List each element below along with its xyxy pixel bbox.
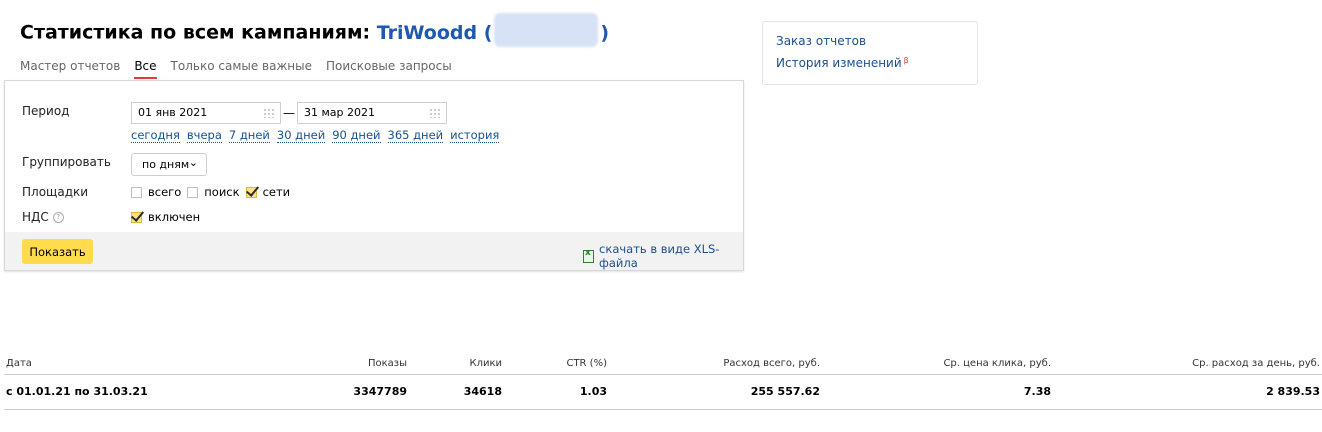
show-button[interactable]: Показать [22,239,93,264]
quick-range-30-days[interactable]: 30 дней [276,129,326,143]
excel-file-icon [583,248,595,263]
platform-search-option[interactable]: поиск [187,185,240,199]
date-to-value: 31 мар 2021 [304,106,376,119]
cell-ctr: 1.03 [579,385,607,398]
column-header-impressions: Показы [367,358,407,369]
column-header-avg-daily-spend: Ср. расход за день, руб. [1192,358,1320,369]
quick-range-7-days[interactable]: 7 дней [228,129,270,143]
quick-range-365-days[interactable]: 365 дней [387,129,444,143]
report-form-panel: Период 01 янв 2021 — 31 мар 2021 сегодня… [4,80,744,271]
group-label: Группировать [22,155,111,169]
column-header-total-spend: Расход всего, руб. [723,358,820,369]
quick-range-90-days[interactable]: 90 дней [332,129,381,143]
quick-range-yesterday[interactable]: вчера [186,129,222,143]
platform-search-checkbox[interactable] [187,186,199,198]
column-header-ctr: CTR (%) [566,358,607,369]
platform-all-checkbox[interactable] [131,186,142,198]
cell-total-spend: 255 557.62 [750,385,820,398]
column-header-date: Дата [6,358,32,369]
client-name-text: TriWoodd ( [376,21,493,44]
calendar-icon[interactable] [263,108,275,118]
vat-label: НДС [22,210,49,224]
stats-table: Дата Показы Клики CTR (%) Расход всего, … [4,354,1322,410]
date-from-value: 01 янв 2021 [138,106,208,119]
order-reports-link[interactable]: Заказ отчетов [776,34,866,48]
report-tabs: Мастер отчетов Все Только самые важные П… [20,59,452,79]
vat-checkbox-row: включен [131,210,206,224]
cell-impressions: 3347789 [353,385,407,398]
platforms-label: Площадки [22,185,89,199]
platform-networks-label: сети [262,185,291,199]
cell-avg-daily-spend: 2 839.53 [1266,385,1320,398]
table-row: с 01.01.21 по 31.03.21 3347789 34618 1.0… [4,375,1322,410]
cell-clicks: 34618 [463,385,502,398]
change-history-link[interactable]: История изменений [776,56,902,70]
date-from-input[interactable]: 01 янв 2021 [131,102,281,124]
column-header-avg-click-price: Ср. цена клика, руб. [943,358,1051,369]
quick-range-history[interactable]: история [450,129,500,143]
download-xls-link[interactable]: скачать в виде XLS-файла [599,242,743,270]
tab-report-master[interactable]: Мастер отчетов [20,59,120,79]
beta-badge: β [903,56,909,65]
platform-all-option[interactable]: всего [131,185,181,199]
download-xls[interactable]: скачать в виде XLS-файла [583,242,743,270]
redacted-login [494,13,599,47]
cell-avg-click-price: 7.38 [1023,385,1051,398]
column-header-clicks: Клики [469,358,502,369]
side-links-box: Заказ отчетов История изменений β [762,21,978,85]
platform-search-label: поиск [204,185,240,199]
vat-included-label: включен [148,210,201,224]
vat-label-wrap: НДС? [22,210,64,224]
calendar-icon[interactable] [429,108,441,118]
platform-all-label: всего [148,185,182,199]
help-icon[interactable]: ? [52,212,64,223]
page-title: Статистика по всем кампаниям: TriWoodd (… [20,13,610,47]
client-name-suffix: ) [600,21,610,44]
chevron-down-icon: ⌄ [188,156,198,169]
form-footer: Показать скачать в виде XLS-файла [5,232,743,270]
platform-networks-checkbox[interactable] [245,186,257,198]
platforms-checkboxes: всего поиск сети [131,185,296,199]
date-to-input[interactable]: 31 мар 2021 [297,102,447,124]
page-title-text: Статистика по всем кампаниям: [20,21,371,44]
group-by-value: по дням [142,158,190,171]
table-header-row: Дата Показы Клики CTR (%) Расход всего, … [4,354,1322,375]
cell-date: с 01.01.21 по 31.03.21 [6,385,148,398]
vat-included-checkbox[interactable] [131,211,142,223]
client-name[interactable]: TriWoodd () [376,13,610,47]
tab-search-queries[interactable]: Поисковые запросы [326,59,452,79]
vat-included-option[interactable]: включен [131,210,200,224]
tab-all[interactable]: Все [134,59,157,79]
date-range-dash: — [283,106,295,120]
group-by-select[interactable]: по дням ⌄ [131,153,207,176]
quick-range-links: сегодня вчера 7 дней 30 дней 90 дней 365… [131,129,500,143]
period-label: Период [22,104,70,118]
platform-networks-option[interactable]: сети [245,185,291,199]
quick-range-today[interactable]: сегодня [131,129,180,143]
tab-most-important[interactable]: Только самые важные [171,59,312,79]
